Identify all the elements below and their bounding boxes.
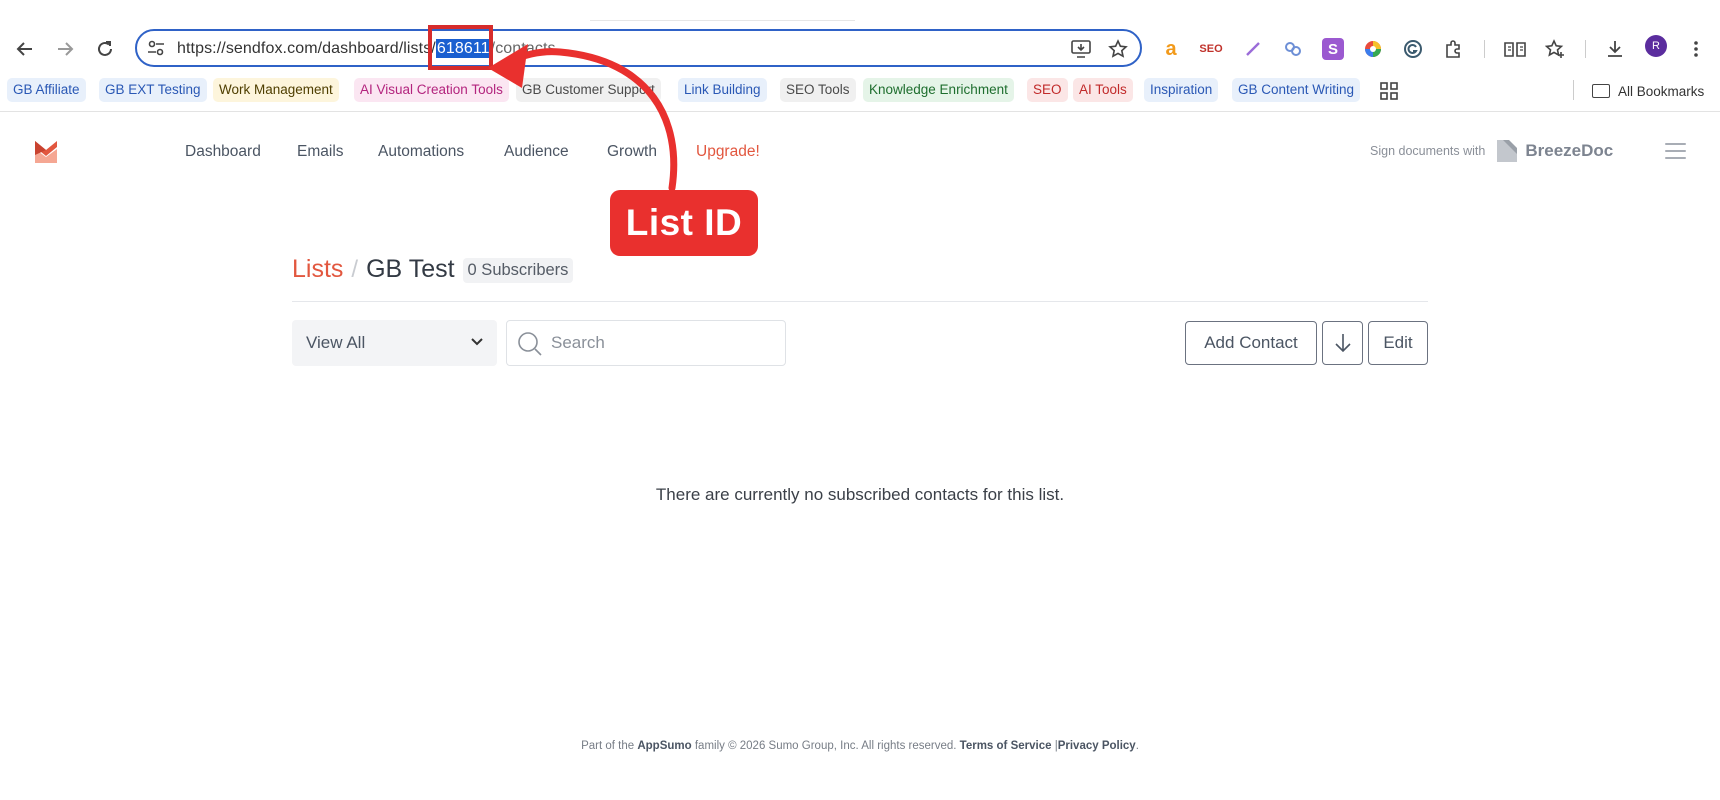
star-icon[interactable] bbox=[1107, 38, 1129, 60]
color-picker-icon[interactable] bbox=[1362, 38, 1384, 60]
more-menu-icon[interactable] bbox=[1685, 38, 1707, 60]
sign-documents-label: Sign documents with bbox=[1370, 144, 1486, 158]
reload-button[interactable] bbox=[90, 34, 120, 64]
site-settings-icon[interactable] bbox=[147, 39, 165, 57]
bookmark-gb-customer-support[interactable]: GB Customer Support bbox=[516, 78, 661, 102]
empty-state-message: There are currently no subscribed contac… bbox=[655, 485, 1065, 504]
bookmarks-separator bbox=[1573, 80, 1574, 100]
footer-privacy-link[interactable]: Privacy Policy bbox=[1058, 740, 1136, 752]
bookmark-knowledge-enrichment[interactable]: Knowledge Enrichment bbox=[863, 78, 1014, 102]
url-suffix: /contacts bbox=[490, 40, 556, 57]
edit-button[interactable]: Edit bbox=[1368, 321, 1428, 365]
pen-icon[interactable] bbox=[1242, 38, 1264, 60]
footer: Part of the AppSumo family © 2026 Sumo G… bbox=[0, 740, 1720, 752]
footer-part-of: Part of the bbox=[581, 740, 635, 752]
browser-toolbar: https://sendfox.com/dashboard/lists/6186… bbox=[0, 26, 1720, 72]
address-bar[interactable]: https://sendfox.com/dashboard/lists/6186… bbox=[135, 29, 1142, 67]
apps-grid-icon[interactable] bbox=[1380, 82, 1398, 100]
download-contacts-button[interactable] bbox=[1322, 321, 1363, 365]
breezedoc-name: BreezeDoc bbox=[1525, 141, 1614, 160]
annotation-arrow bbox=[488, 44, 678, 192]
tab-divider bbox=[590, 20, 855, 21]
bookmark-gb-content-writing[interactable]: GB Content Writing bbox=[1232, 78, 1361, 102]
back-button[interactable] bbox=[10, 34, 40, 64]
grammarly-icon[interactable] bbox=[1402, 38, 1424, 60]
list-id-annotation-label: List ID bbox=[610, 190, 758, 256]
download-icon[interactable] bbox=[1604, 38, 1626, 60]
toolbar-separator bbox=[1484, 40, 1485, 58]
arrow-right-icon bbox=[58, 42, 74, 56]
bookmark-inspiration[interactable]: Inspiration bbox=[1144, 78, 1219, 102]
footer-appsumo-link[interactable]: AppSumo bbox=[637, 740, 691, 752]
tab-strip bbox=[0, 0, 1720, 26]
nav-automations[interactable]: Automations bbox=[378, 143, 464, 161]
breezedoc-promo[interactable]: Sign documents with BreezeDoc bbox=[1370, 138, 1613, 164]
all-bookmarks-button[interactable]: All Bookmarks bbox=[1592, 79, 1704, 103]
breadcrumb: Lists / GB Test 0 Subscribers bbox=[292, 255, 574, 285]
sendfox-logo-icon[interactable] bbox=[34, 140, 58, 164]
bookmark-seo[interactable]: SEO bbox=[1027, 78, 1068, 102]
hamburger-menu-icon[interactable] bbox=[1665, 143, 1686, 159]
puzzle-icon[interactable] bbox=[1442, 38, 1464, 60]
list-id-highlight-box bbox=[428, 25, 493, 70]
title-divider bbox=[292, 301, 1428, 302]
bookmark-ai-tools[interactable]: AI Tools bbox=[1073, 78, 1133, 102]
footer-period: . bbox=[1135, 740, 1139, 752]
footer-copyright: family © 2026 Sumo Group, Inc. All right… bbox=[694, 740, 957, 752]
subscriber-count-badge: 0 Subscribers bbox=[462, 258, 574, 283]
search-input[interactable] bbox=[551, 330, 771, 356]
chevron-down-icon bbox=[471, 338, 483, 346]
browser-content-divider bbox=[0, 111, 1720, 112]
bookmark-gb-affiliate[interactable]: GB Affiliate bbox=[7, 78, 86, 102]
nav-growth[interactable]: Growth bbox=[607, 143, 657, 161]
footer-terms-link[interactable]: Terms of Service bbox=[960, 740, 1052, 752]
filter-select[interactable]: View All bbox=[292, 320, 497, 366]
url-prefix: https://sendfox.com/dashboard/lists/ bbox=[177, 40, 436, 57]
breezedoc-logo-icon bbox=[1497, 140, 1518, 162]
folder-icon bbox=[1592, 84, 1610, 98]
bookmark-work-management[interactable]: Work Management bbox=[213, 78, 339, 102]
filter-selected-value: View All bbox=[306, 333, 366, 352]
forward-button[interactable] bbox=[50, 34, 80, 64]
seo-icon[interactable]: SEO bbox=[1199, 38, 1222, 60]
breadcrumb-lists-link[interactable]: Lists bbox=[292, 255, 343, 284]
bookmark-star-icon[interactable] bbox=[1544, 38, 1566, 60]
nav-emails[interactable]: Emails bbox=[297, 143, 344, 161]
s-extension-icon[interactable]: S bbox=[1322, 38, 1344, 60]
search-box[interactable] bbox=[506, 320, 786, 366]
install-app-icon[interactable] bbox=[1070, 38, 1092, 60]
bookmark-ai-visual-creation-tools[interactable]: AI Visual Creation Tools bbox=[354, 78, 509, 102]
nav-upgrade[interactable]: Upgrade! bbox=[696, 143, 760, 161]
arrow-down-icon bbox=[1334, 334, 1351, 353]
link-icon[interactable] bbox=[1282, 38, 1304, 60]
search-icon bbox=[518, 332, 542, 356]
reload-icon bbox=[98, 41, 112, 56]
reading-mode-icon[interactable] bbox=[1504, 38, 1526, 60]
bookmark-seo-tools[interactable]: SEO Tools bbox=[780, 78, 856, 102]
amazon-icon[interactable]: a bbox=[1160, 38, 1182, 60]
url-text[interactable]: https://sendfox.com/dashboard/lists/6186… bbox=[177, 39, 556, 58]
list-name: GB Test bbox=[366, 255, 455, 283]
bookmark-gb-ext-testing[interactable]: GB EXT Testing bbox=[99, 78, 207, 102]
add-contact-button[interactable]: Add Contact bbox=[1185, 321, 1317, 365]
toolbar-separator bbox=[1585, 40, 1586, 58]
bookmarks-bar: GB Affiliate GB EXT Testing Work Managem… bbox=[0, 76, 1720, 106]
profile-avatar[interactable]: R bbox=[1645, 35, 1667, 57]
nav-audience[interactable]: Audience bbox=[504, 143, 569, 161]
arrow-left-icon bbox=[16, 42, 32, 56]
bookmark-link-building[interactable]: Link Building bbox=[678, 78, 767, 102]
breadcrumb-separator: / bbox=[351, 256, 359, 283]
nav-dashboard[interactable]: Dashboard bbox=[185, 143, 261, 161]
all-bookmarks-label: All Bookmarks bbox=[1618, 83, 1705, 99]
